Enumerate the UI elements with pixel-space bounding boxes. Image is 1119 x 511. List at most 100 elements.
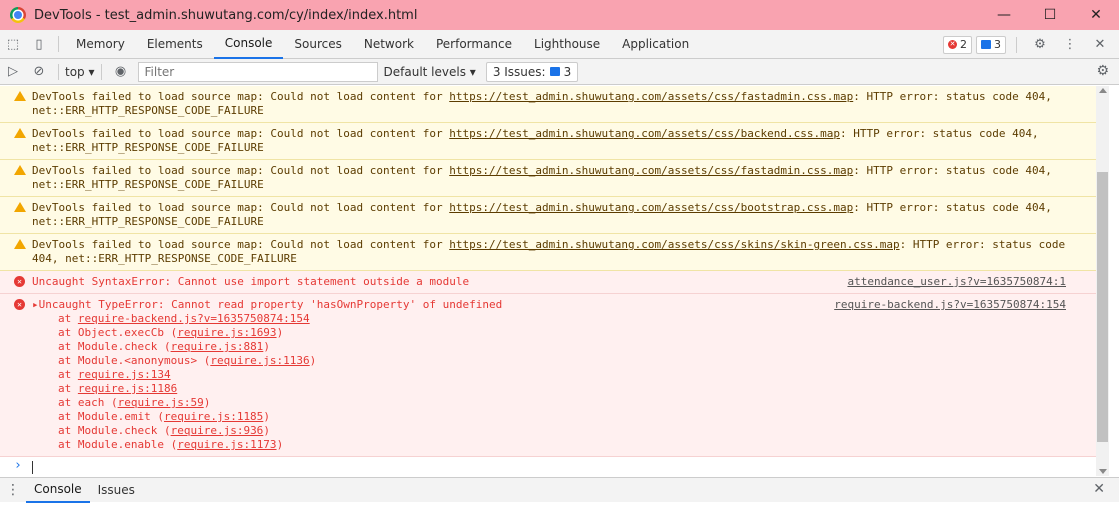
- gear-icon[interactable]: ⚙: [1027, 30, 1053, 59]
- toolbar-separator: [100, 63, 102, 80]
- issues-label: 3 Issues:: [492, 64, 546, 79]
- frame-link[interactable]: require.js:1693: [177, 326, 276, 339]
- warning-line2: net::ERR_HTTP_RESPONSE_CODE_FAILURE: [32, 141, 264, 154]
- frame-suffix: ): [203, 396, 211, 409]
- error-icon: ✕: [948, 40, 957, 49]
- warning-prefix: DevTools failed to load source map: Coul…: [32, 127, 450, 140]
- maximize-button[interactable]: ☐: [1027, 0, 1073, 30]
- frame-link[interactable]: require.js:1186: [78, 382, 177, 395]
- tab-lighthouse[interactable]: Lighthouse: [523, 30, 611, 59]
- warning-prefix: DevTools failed to load source map: Coul…: [32, 201, 450, 214]
- error-message: ✕ Uncaught SyntaxError: Cannot use impor…: [0, 271, 1096, 294]
- frame-link[interactable]: require.js:1136: [210, 354, 309, 367]
- error-icon: ✕: [14, 276, 25, 287]
- source-map-link[interactable]: https://test_admin.shuwutang.com/assets/…: [449, 238, 899, 251]
- scroll-thumb[interactable]: [1097, 172, 1108, 442]
- clear-console-icon[interactable]: ⊘: [26, 57, 52, 86]
- console-prompt[interactable]: ›: [0, 457, 1096, 476]
- close-window-button[interactable]: ✕: [1073, 0, 1119, 30]
- eye-icon[interactable]: ◉: [108, 57, 134, 86]
- more-options-icon[interactable]: ⋮: [1057, 30, 1083, 59]
- issues-count: 3: [563, 64, 572, 79]
- close-icon[interactable]: ✕: [1087, 30, 1113, 59]
- sidebar-toggle-icon[interactable]: ▷: [0, 57, 26, 86]
- error-text: Uncaught TypeError: Cannot read property…: [38, 298, 503, 311]
- frame-prefix: at: [58, 312, 78, 325]
- frame-link[interactable]: require.js:1185: [164, 410, 263, 423]
- source-map-link[interactable]: https://test_admin.shuwutang.com/assets/…: [449, 201, 853, 214]
- warning-suffix: : HTTP error: status code 404,: [853, 90, 1052, 103]
- tab-elements[interactable]: Elements: [136, 30, 214, 59]
- frame-link[interactable]: require.js:881: [171, 340, 264, 353]
- frame-suffix: ): [263, 424, 270, 437]
- frame-link[interactable]: require.js:134: [78, 368, 171, 381]
- drawer-menu-icon[interactable]: ⋮: [0, 482, 26, 498]
- stack-frame: at Module.check (require.js:881): [58, 340, 1088, 354]
- window-title: DevTools - test_admin.shuwutang.com/cy/i…: [34, 7, 418, 23]
- tab-performance[interactable]: Performance: [425, 30, 523, 59]
- console-scrollbar[interactable]: [1096, 86, 1109, 476]
- frame-prefix: at: [58, 368, 78, 381]
- drawer-tab-console[interactable]: Console: [26, 478, 90, 503]
- filter-input[interactable]: [137, 61, 378, 82]
- levels-label: Default levels: [383, 64, 466, 79]
- stack-frame: at Module.<anonymous> (require.js:1136): [58, 354, 1088, 368]
- tab-network[interactable]: Network: [353, 30, 425, 59]
- issues-button[interactable]: 3 Issues: 3: [485, 61, 579, 82]
- warning-line2: net::ERR_HTTP_RESPONSE_CODE_FAILURE: [32, 215, 264, 228]
- source-map-link[interactable]: https://test_admin.shuwutang.com/assets/…: [449, 127, 840, 140]
- frame-link[interactable]: require-backend.js?v=1635750874:154: [78, 312, 310, 325]
- error-count: 2: [960, 38, 967, 51]
- drawer-tab-issues[interactable]: Issues: [90, 478, 143, 503]
- source-map-link[interactable]: https://test_admin.shuwutang.com/assets/…: [449, 90, 853, 103]
- warning-message: DevTools failed to load source map: Coul…: [0, 160, 1096, 197]
- warning-message: DevTools failed to load source map: Coul…: [0, 234, 1096, 271]
- context-value: top: [65, 64, 85, 79]
- expand-triangle-icon[interactable]: ▸: [32, 298, 39, 311]
- message-count-badge[interactable]: 3: [976, 35, 1006, 54]
- minimize-button[interactable]: —: [981, 0, 1027, 30]
- frame-link[interactable]: require.js:1173: [177, 438, 276, 451]
- warning-icon: [14, 128, 26, 138]
- stack-frame: at Module.check (require.js:936): [58, 424, 1088, 438]
- source-map-link[interactable]: https://test_admin.shuwutang.com/assets/…: [449, 164, 853, 177]
- warning-suffix: : HTTP error: status code 404,: [853, 201, 1052, 214]
- frame-link[interactable]: require.js:59: [118, 396, 204, 409]
- context-selector[interactable]: top ▾: [65, 65, 95, 79]
- console-settings-icon[interactable]: ⚙: [1096, 63, 1109, 79]
- frame-prefix: at Module.emit (: [58, 410, 164, 423]
- warning-line2: net::ERR_HTTP_RESPONSE_CODE_FAILURE: [32, 104, 264, 117]
- tab-bar-right-group: ✕ 2 3 ⚙ ⋮ ✕: [943, 30, 1113, 59]
- warning-icon: [14, 239, 26, 249]
- devtools-tab-bar: ⬚ ▯ Memory Elements Console Sources Netw…: [0, 30, 1119, 59]
- error-source-link[interactable]: require-backend.js?v=1635750874:154: [834, 298, 1066, 312]
- chrome-logo-icon: [10, 7, 26, 23]
- device-toolbar-icon[interactable]: ▯: [26, 30, 52, 59]
- frame-prefix: at each (: [58, 396, 118, 409]
- toolbar-separator: [1016, 36, 1017, 53]
- stack-frame: at Module.enable (require.js:1173): [58, 438, 1088, 452]
- inspect-element-icon[interactable]: ⬚: [0, 30, 26, 59]
- error-source-link[interactable]: attendance_user.js?v=1635750874:1: [847, 275, 1066, 289]
- error-text: Uncaught SyntaxError: Cannot use import …: [32, 275, 470, 288]
- warning-prefix: DevTools failed to load source map: Coul…: [32, 164, 450, 177]
- frame-suffix: ): [309, 354, 317, 367]
- warning-line2: net::ERR_HTTP_RESPONSE_CODE_FAILURE: [32, 178, 264, 191]
- tab-application[interactable]: Application: [611, 30, 700, 59]
- window-controls: — ☐ ✕: [981, 0, 1119, 30]
- tab-console[interactable]: Console: [213, 30, 284, 59]
- log-levels-dropdown[interactable]: Default levels ▾: [384, 65, 476, 79]
- scroll-up-icon[interactable]: [1099, 88, 1107, 93]
- warning-message: DevTools failed to load source map: Coul…: [0, 123, 1096, 160]
- warning-suffix: : HTTP error: status code 404,: [853, 164, 1052, 177]
- frame-prefix: at Module.enable (: [58, 438, 178, 451]
- tab-memory[interactable]: Memory: [65, 30, 136, 59]
- frame-link[interactable]: require.js:936: [171, 424, 264, 437]
- stack-frame: at Module.emit (require.js:1185): [58, 410, 1088, 424]
- warning-suffix: : HTTP error: status code: [899, 238, 1066, 251]
- close-drawer-icon[interactable]: ✕: [1093, 481, 1105, 497]
- frame-prefix: at Module.check (: [58, 424, 171, 437]
- error-count-badge[interactable]: ✕ 2: [943, 35, 972, 54]
- tab-sources[interactable]: Sources: [283, 30, 352, 59]
- scroll-down-icon[interactable]: [1099, 469, 1107, 474]
